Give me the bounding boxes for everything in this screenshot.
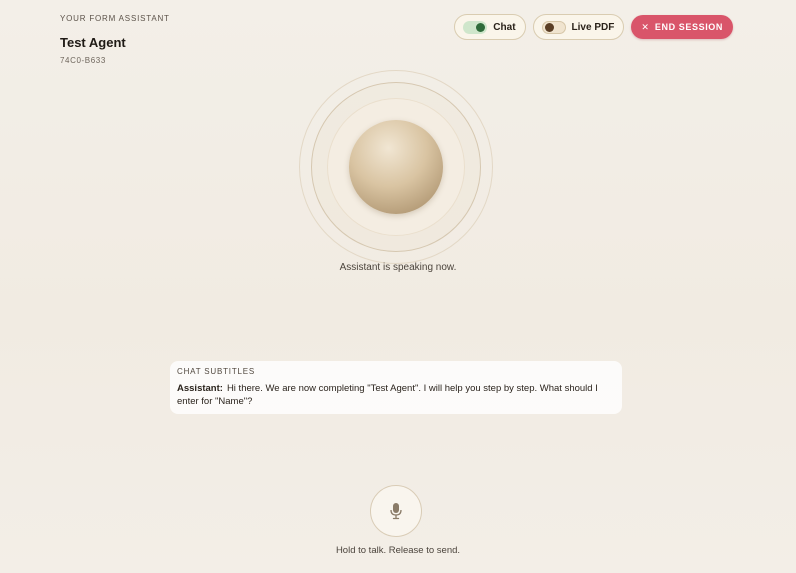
chat-toggle[interactable]: Chat <box>454 14 526 40</box>
subtitles-heading: CHAT SUBTITLES <box>177 367 256 376</box>
speaking-status: Assistant is speaking now. <box>339 262 457 273</box>
session-controls: Chat Live PDF ✕ END SESSION <box>454 14 733 40</box>
end-session-label: END SESSION <box>654 22 723 32</box>
subtitle-message: Hi there. We are now completing "Test Ag… <box>177 383 598 407</box>
push-to-talk-hint: Hold to talk. Release to send. <box>335 545 461 556</box>
agent-id: 74C0-B633 <box>60 56 106 65</box>
switch-knob <box>544 22 554 32</box>
subtitle-line: Assistant: Hi there. We are now completin… <box>177 382 615 408</box>
live-pdf-switch[interactable] <box>541 20 566 34</box>
push-to-talk-button[interactable] <box>370 485 422 537</box>
switch-knob <box>476 22 486 32</box>
live-pdf-toggle[interactable]: Live PDF <box>532 14 625 40</box>
microphone-icon <box>390 503 402 520</box>
live-pdf-toggle-label: Live PDF <box>571 21 615 33</box>
chat-switch[interactable] <box>463 20 488 34</box>
end-session-button[interactable]: ✕ END SESSION <box>631 15 733 39</box>
agent-header: YOUR FORM ASSISTANT Test Agent 74C0-B633 <box>60 14 170 65</box>
agent-name: Test Agent <box>60 35 126 50</box>
voice-orb <box>299 70 493 264</box>
chat-toggle-label: Chat <box>493 21 516 33</box>
subtitle-speaker: Assistant: <box>177 383 223 394</box>
orb-sphere <box>349 120 443 214</box>
chat-subtitles-panel: CHAT SUBTITLES Assistant: Hi there. We ar… <box>170 361 622 414</box>
close-icon: ✕ <box>641 21 649 32</box>
eyebrow-label: YOUR FORM ASSISTANT <box>60 14 170 23</box>
